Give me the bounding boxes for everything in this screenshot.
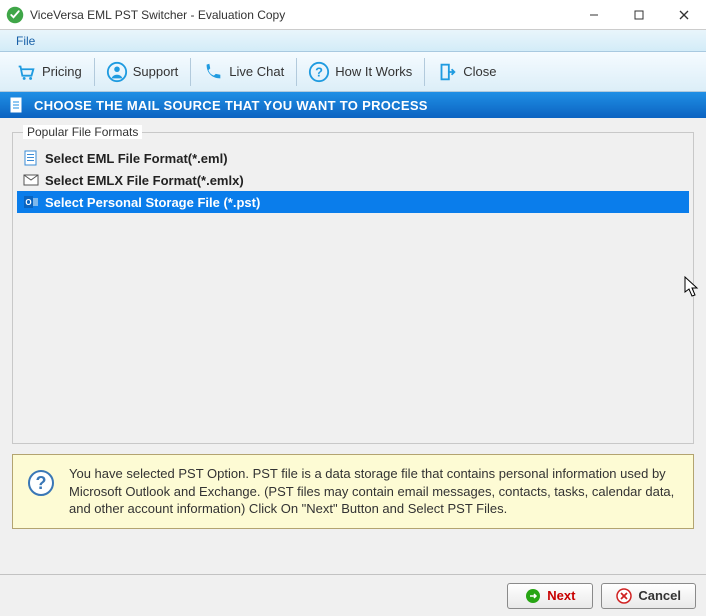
svg-text:?: ? — [315, 64, 323, 79]
cancel-button[interactable]: Cancel — [601, 583, 696, 609]
format-item-emlx[interactable]: Select EMLX File Format(*.emlx) — [17, 169, 689, 191]
footer: Next Cancel — [0, 574, 706, 616]
toolbar-separator — [94, 58, 95, 86]
info-text: You have selected PST Option. PST file i… — [69, 465, 679, 518]
how-it-works-label: How It Works — [335, 64, 412, 79]
live-chat-button[interactable]: Live Chat — [193, 56, 293, 88]
toolbar-close-label: Close — [463, 64, 496, 79]
toolbar-separator — [296, 58, 297, 86]
section-header: CHOOSE THE MAIL SOURCE THAT YOU WANT TO … — [0, 92, 706, 118]
menubar: File — [0, 30, 706, 52]
toolbar-close-button[interactable]: Close — [427, 56, 505, 88]
question-icon: ? — [308, 61, 330, 83]
file-eml-icon — [23, 150, 39, 166]
pricing-label: Pricing — [42, 64, 82, 79]
how-it-works-button[interactable]: ? How It Works — [299, 56, 421, 88]
toolbar: Pricing Support Live Chat ? How It Works… — [0, 52, 706, 92]
outlook-icon: O — [23, 194, 39, 210]
info-panel: ? You have selected PST Option. PST file… — [12, 454, 694, 529]
support-button[interactable]: Support — [97, 56, 188, 88]
format-eml-label: Select EML File Format(*.eml) — [45, 151, 228, 166]
toolbar-separator — [190, 58, 191, 86]
door-icon — [436, 61, 458, 83]
person-icon — [106, 61, 128, 83]
info-icon: ? — [27, 469, 55, 497]
window-controls — [571, 0, 706, 30]
groupbox-legend: Popular File Formats — [23, 125, 142, 139]
live-chat-label: Live Chat — [229, 64, 284, 79]
format-item-pst[interactable]: O Select Personal Storage File (*.pst) — [17, 191, 689, 213]
toolbar-separator — [424, 58, 425, 86]
next-label: Next — [547, 588, 575, 603]
menu-file[interactable]: File — [10, 32, 41, 50]
svg-text:O: O — [25, 198, 31, 207]
envelope-icon — [23, 172, 39, 188]
cart-icon — [15, 61, 37, 83]
app-icon — [6, 6, 24, 24]
cancel-label: Cancel — [638, 588, 681, 603]
window-title: ViceVersa EML PST Switcher - Evaluation … — [30, 8, 571, 22]
formats-groupbox: Popular File Formats Select EML File For… — [12, 132, 694, 444]
main-area: Popular File Formats Select EML File For… — [0, 118, 706, 537]
close-window-button[interactable] — [661, 0, 706, 30]
cancel-icon — [616, 588, 632, 604]
support-label: Support — [133, 64, 179, 79]
svg-text:?: ? — [36, 473, 47, 493]
pricing-button[interactable]: Pricing — [6, 56, 91, 88]
format-pst-label: Select Personal Storage File (*.pst) — [45, 195, 260, 210]
format-emlx-label: Select EMLX File Format(*.emlx) — [45, 173, 244, 188]
document-icon — [8, 97, 24, 113]
minimize-button[interactable] — [571, 0, 616, 30]
maximize-button[interactable] — [616, 0, 661, 30]
arrow-right-icon — [525, 588, 541, 604]
phone-icon — [202, 61, 224, 83]
section-header-text: CHOOSE THE MAIL SOURCE THAT YOU WANT TO … — [34, 98, 428, 113]
titlebar: ViceVersa EML PST Switcher - Evaluation … — [0, 0, 706, 30]
formats-list: Select EML File Format(*.eml) Select EML… — [17, 147, 689, 213]
format-item-eml[interactable]: Select EML File Format(*.eml) — [17, 147, 689, 169]
next-button[interactable]: Next — [507, 583, 593, 609]
